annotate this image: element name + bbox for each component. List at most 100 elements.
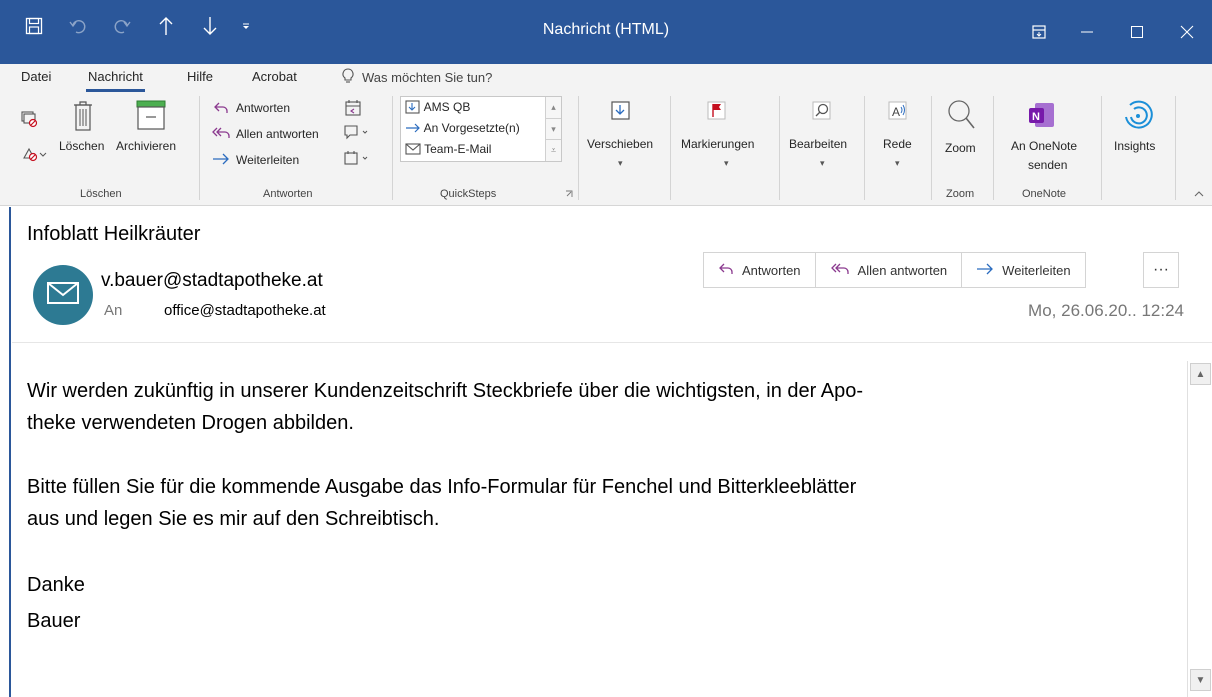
avatar[interactable]	[33, 265, 93, 325]
reply-all-icon	[210, 124, 232, 142]
ribbon-tabs: Datei Nachricht Hilfe Acrobat Was möchte…	[0, 64, 1212, 92]
read-aloud-icon[interactable]: A	[886, 98, 910, 124]
move-icon[interactable]	[609, 98, 633, 124]
onenote-button[interactable]: An OneNote	[1011, 139, 1077, 153]
chevron-down-icon: ▾	[895, 158, 900, 168]
forward-action-button[interactable]: Weiterleiten	[962, 253, 1084, 287]
edit-button[interactable]: Bearbeiten	[789, 137, 847, 151]
reply-all-button[interactable]: Allen antworten	[236, 127, 319, 141]
archive-icon[interactable]	[134, 98, 168, 132]
message-datetime: Mo, 26.06.20.. 12:24	[1028, 301, 1184, 320]
group-label-antworten: Antworten	[263, 188, 313, 200]
quickstep-team-email[interactable]: Team-E-Mail	[405, 142, 491, 158]
tags-button[interactable]: Markierungen	[681, 137, 754, 151]
maximize-icon[interactable]	[1112, 0, 1162, 64]
scroll-down-icon[interactable]: ▾	[546, 118, 561, 139]
quickstep-ams-qb[interactable]: AMS QB	[405, 100, 470, 117]
vertical-scrollbar[interactable]: ▲ ▼	[1187, 361, 1212, 697]
group-separator	[1101, 96, 1102, 200]
group-separator	[993, 96, 994, 200]
onenote-button-line2: senden	[1028, 158, 1068, 172]
body-paragraph-1: Wir werden zukünftig in unserer Kundenze…	[27, 380, 863, 434]
ribbon: Löschen Archivieren Löschen Antworten Al…	[0, 92, 1212, 206]
im-reply-icon[interactable]	[342, 122, 372, 142]
group-separator	[864, 96, 865, 200]
scroll-up-icon[interactable]: ▲	[1190, 363, 1211, 385]
scroll-up-icon[interactable]: ▴	[546, 97, 561, 118]
delete-button[interactable]: Löschen	[59, 139, 104, 153]
message-body[interactable]: Wir werden zukünftig in unserer Kundenze…	[27, 375, 1177, 639]
group-separator	[931, 96, 932, 200]
tab-nachricht[interactable]: Nachricht	[86, 69, 145, 92]
quicksteps-gallery: AMS QB An Vorgesetzte(n) Team-E-Mail ▴ ▾…	[400, 96, 562, 162]
message-actions: Antworten Allen antworten Weiterleiten	[703, 252, 1086, 288]
envelope-icon	[405, 143, 421, 158]
quicksteps-scrollbar[interactable]: ▴ ▾ ⩡	[545, 97, 561, 161]
quickstep-an-vorgesetzte[interactable]: An Vorgesetzte(n)	[405, 121, 520, 137]
ribbon-display-icon[interactable]	[1016, 0, 1062, 64]
group-label-loeschen: Löschen	[80, 188, 122, 200]
chevron-down-icon: ▾	[820, 158, 825, 168]
header-divider	[12, 342, 1212, 343]
more-respond-icon[interactable]	[342, 148, 372, 168]
svg-text:N: N	[1032, 111, 1040, 123]
tell-me-search[interactable]: Was möchten Sie tun?	[342, 68, 492, 87]
sender-address[interactable]: v.bauer@stadtapotheke.at	[101, 270, 323, 292]
title-bar: Nachricht (HTML)	[0, 0, 1212, 64]
body-closing: Danke	[27, 574, 85, 596]
insights-icon[interactable]	[1118, 96, 1158, 134]
chevron-down-icon: ▾	[618, 158, 623, 168]
more-actions-button[interactable]: ···	[1143, 252, 1179, 288]
recipient-address[interactable]: office@stadtapotheke.at	[164, 302, 326, 319]
to-label: An	[104, 302, 123, 319]
forward-icon	[210, 150, 232, 168]
zoom-button[interactable]: Zoom	[945, 141, 976, 155]
envelope-icon	[46, 281, 80, 310]
group-separator	[779, 96, 780, 200]
reply-button[interactable]: Antworten	[236, 101, 290, 115]
dialog-launcher-icon[interactable]	[564, 189, 574, 199]
group-separator	[392, 96, 393, 200]
tab-acrobat[interactable]: Acrobat	[252, 69, 297, 84]
meeting-reply-icon[interactable]	[342, 98, 364, 118]
reply-all-icon	[830, 262, 850, 279]
tab-hilfe[interactable]: Hilfe	[187, 69, 213, 84]
forward-button[interactable]: Weiterleiten	[236, 153, 299, 167]
body-paragraph-2: Bitte füllen Sie für die kommende Ausgab…	[27, 476, 857, 530]
ignore-icon[interactable]	[18, 108, 40, 130]
insights-button[interactable]: Insights	[1114, 139, 1155, 153]
search-icon[interactable]	[810, 98, 834, 124]
tab-datei[interactable]: Datei	[21, 69, 51, 84]
window-controls	[1016, 0, 1212, 64]
scroll-down-icon[interactable]: ▼	[1190, 669, 1211, 691]
tell-me-text: Was möchten Sie tun?	[362, 70, 493, 85]
speech-button[interactable]: Rede	[883, 137, 912, 151]
svg-text:A: A	[892, 105, 900, 119]
group-separator	[578, 96, 579, 200]
forward-icon	[976, 263, 994, 278]
message-accent-bar	[9, 207, 11, 697]
move-button[interactable]: Verschieben	[587, 137, 653, 151]
message-subject: Infoblatt Heilkräuter	[27, 223, 201, 245]
group-label-onenote: OneNote	[1022, 188, 1067, 200]
cleanup-icon[interactable]	[20, 142, 50, 164]
reply-icon	[212, 99, 230, 117]
group-separator	[670, 96, 671, 200]
group-label-quicksteps: QuickSteps	[440, 188, 497, 200]
archive-button[interactable]: Archivieren	[116, 139, 176, 153]
body-signature: Bauer	[27, 610, 81, 632]
onenote-icon[interactable]: N	[1024, 98, 1058, 132]
trash-icon[interactable]	[70, 98, 96, 134]
flag-icon[interactable]	[705, 98, 729, 124]
expand-gallery-icon[interactable]: ⩡	[546, 139, 561, 159]
zoom-icon[interactable]	[944, 96, 978, 134]
move-to-folder-icon	[405, 100, 421, 117]
group-label-zoom: Zoom	[946, 188, 975, 200]
minimize-icon[interactable]	[1062, 0, 1112, 64]
reply-action-button[interactable]: Antworten	[704, 253, 816, 287]
close-icon[interactable]	[1162, 0, 1212, 64]
reply-icon	[718, 262, 734, 279]
group-separator	[199, 96, 200, 200]
reply-all-action-button[interactable]: Allen antworten	[816, 253, 963, 287]
collapse-ribbon-icon[interactable]	[1193, 188, 1205, 200]
